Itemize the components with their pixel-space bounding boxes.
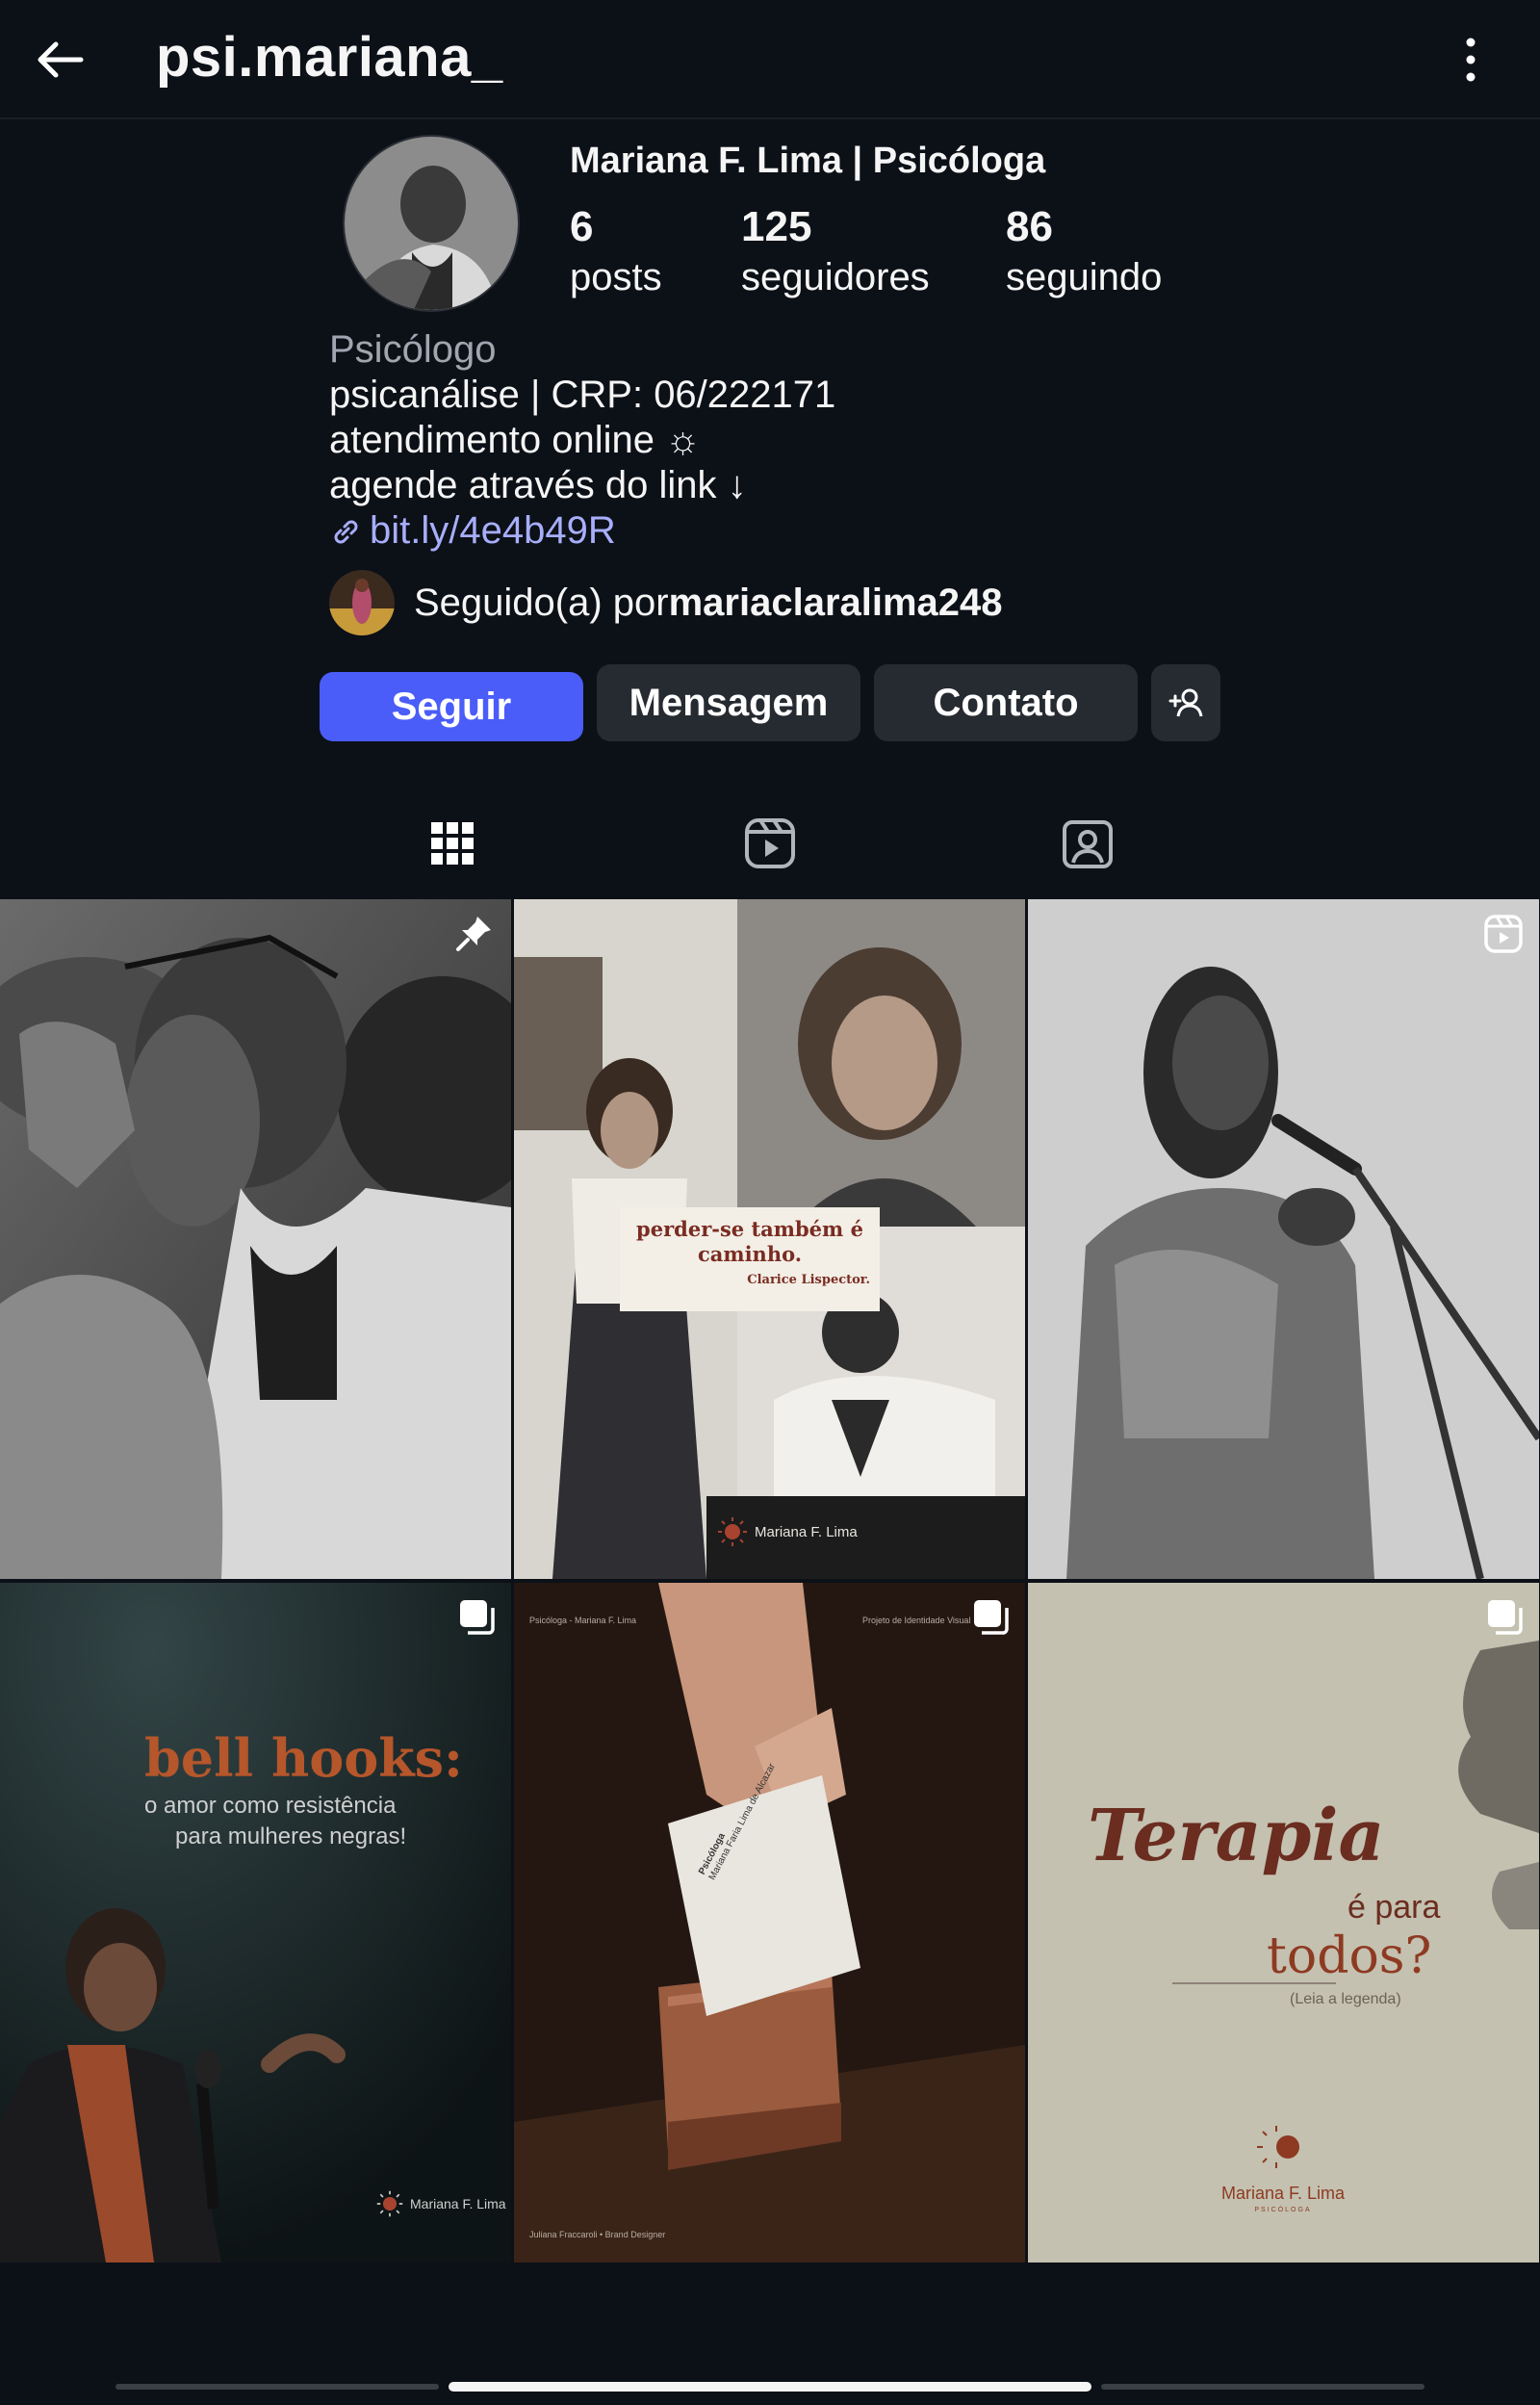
carousel-icon — [460, 1600, 495, 1635]
post-caption-left: Psicóloga - Mariana F. Lima — [529, 1616, 637, 1625]
post-thumbnail[interactable] — [0, 899, 511, 1579]
followed-by-prefix: Seguido(a) por — [414, 581, 669, 624]
post-thumbnail[interactable]: Terapia é para todos? (Leia a legenda) M… — [1028, 1583, 1539, 2263]
sun-logo-icon — [718, 1517, 747, 1546]
bio-link-text: bit.ly/4e4b49R — [370, 509, 616, 552]
post-text: todos? — [1267, 1927, 1432, 1985]
post-title: bell hooks: — [144, 1727, 463, 1789]
stat-followers[interactable]: 125 seguidores — [741, 202, 930, 302]
brand-subtitle: PSICÓLOGA — [1254, 2207, 1312, 2213]
profile-username: psi.mariana_ — [156, 26, 503, 89]
post-thumbnail[interactable]: bell hooks: o amor como resistência para… — [0, 1583, 511, 2263]
post-subtitle: o amor como resistência — [144, 1793, 397, 1819]
add-person-icon — [1168, 688, 1203, 717]
post-caption-right: Projeto de Identidade Visual — [862, 1616, 971, 1625]
bio: Psicólogo psicanálise | CRP: 06/222171 a… — [329, 327, 835, 554]
link-icon — [334, 520, 358, 543]
brand-name: Mariana F. Lima — [755, 1523, 858, 1540]
stat-posts-label: posts — [570, 256, 662, 298]
contact-button[interactable]: Contato — [874, 664, 1138, 741]
avatar[interactable] — [343, 135, 520, 312]
bio-link[interactable]: bit.ly/4e4b49R — [329, 508, 835, 554]
carousel-icon — [1488, 1600, 1523, 1635]
system-nav-bar-left — [116, 2384, 439, 2390]
suggested-users-button[interactable] — [1151, 664, 1220, 741]
follower-avatar — [329, 570, 395, 635]
post-subtitle: para mulheres negras! — [175, 1823, 407, 1849]
brand-name: Mariana F. Lima — [1220, 2184, 1346, 2203]
post-title: Terapia — [1088, 1795, 1385, 1877]
stat-following[interactable]: 86 seguindo — [1006, 202, 1162, 302]
brand-mark: Mariana F. Lima — [375, 2189, 506, 2218]
post-thumbnail[interactable] — [1028, 899, 1539, 1579]
top-bar: psi.mariana_ — [0, 0, 1540, 119]
tagged-icon[interactable] — [1057, 813, 1118, 874]
sun-logo-icon — [1257, 2126, 1299, 2168]
brand-mark: Mariana F. Lima — [716, 1515, 858, 1548]
bio-line: psicanálise | CRP: 06/222171 — [329, 374, 836, 416]
post-text: é para — [1348, 1889, 1441, 1926]
stat-followers-value: 125 — [741, 203, 812, 250]
system-nav-bar-right — [1101, 2384, 1424, 2390]
post-thumbnail[interactable]: Psicóloga - Mariana F. Lima Projeto de I… — [514, 1583, 1025, 2263]
reels-icon[interactable] — [739, 813, 801, 874]
brand-name: Mariana F. Lima — [410, 2196, 506, 2211]
stat-posts[interactable]: 6 posts — [570, 202, 662, 302]
more-options-icon[interactable] — [1444, 33, 1498, 87]
post-note: (Leia a legenda) — [1290, 1991, 1401, 2007]
stat-following-label: seguindo — [1006, 256, 1163, 298]
post-footer: Juliana Fraccaroli • Brand Designer — [529, 2230, 666, 2239]
message-button[interactable]: Mensagem — [597, 664, 860, 741]
bio-line: agende através do link ↓ — [329, 464, 747, 506]
stat-followers-label: seguidores — [741, 256, 930, 298]
stat-following-value: 86 — [1006, 203, 1053, 250]
stat-posts-value: 6 — [570, 203, 594, 250]
followed-by[interactable]: Seguido(a) por mariaclaralima248 — [329, 570, 1003, 635]
home-indicator[interactable] — [449, 2382, 1091, 2392]
profile-category: Psicólogo — [329, 328, 497, 371]
reel-icon — [1484, 915, 1523, 953]
post-thumbnail[interactable]: perder-se também é caminho. Clarice Lisp… — [514, 899, 1025, 1579]
carousel-icon — [974, 1600, 1009, 1635]
pin-icon — [456, 917, 491, 951]
quote-card: perder-se também é caminho. Clarice Lisp… — [620, 1207, 880, 1311]
sun-logo-icon — [376, 2190, 403, 2217]
quote-text: perder-se também é caminho. — [636, 1217, 863, 1266]
profile-tabs — [0, 799, 1540, 895]
follow-button[interactable]: Seguir — [320, 672, 583, 741]
back-arrow-icon[interactable] — [33, 33, 87, 87]
display-name: Mariana F. Lima | Psicóloga — [570, 141, 1046, 181]
followed-by-user[interactable]: mariaclaralima248 — [669, 582, 1003, 625]
grid-icon[interactable] — [422, 813, 483, 874]
quote-author: Clarice Lispector. — [747, 1273, 870, 1287]
bio-line: atendimento online ☼ — [329, 419, 701, 461]
